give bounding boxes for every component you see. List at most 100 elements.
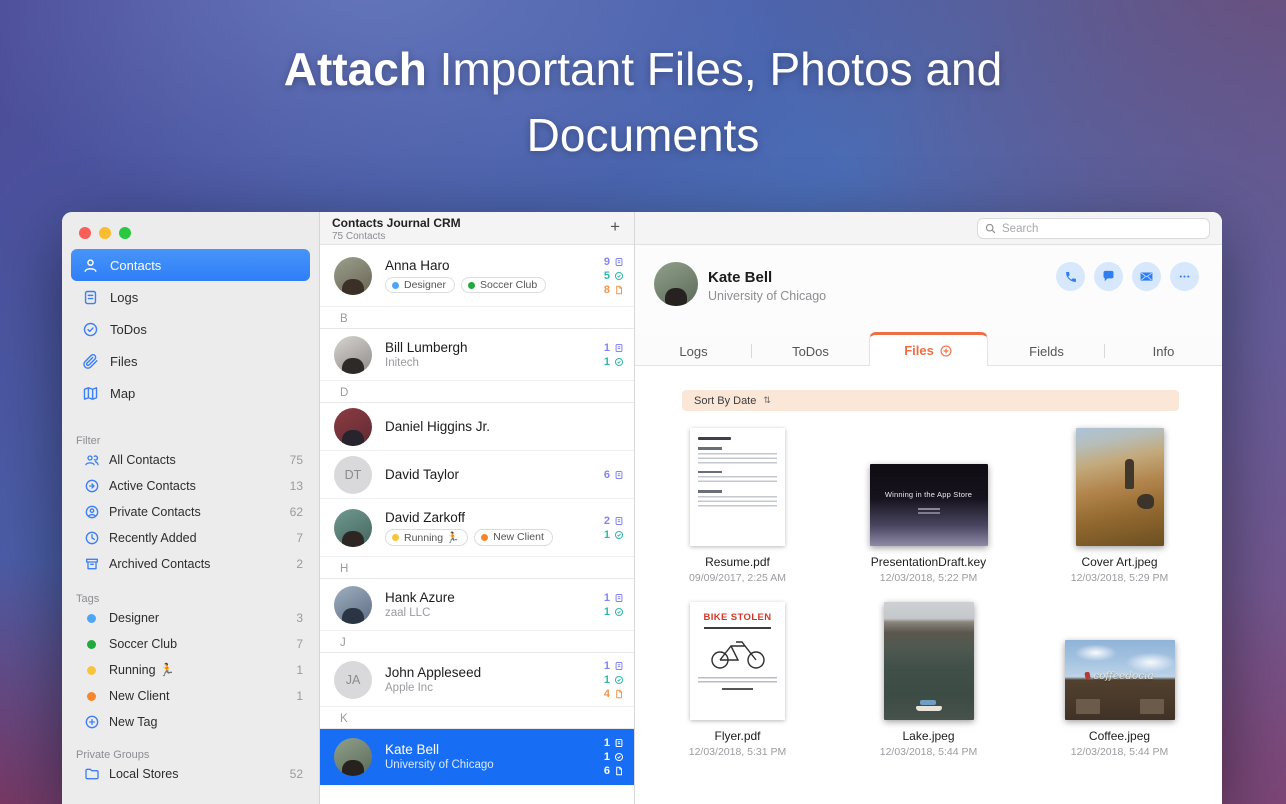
log-count-icon <box>614 343 624 353</box>
cover-art-thumbnail <box>1075 428 1164 546</box>
file-name: Lake.jpeg <box>902 729 955 743</box>
file-name: PresentationDraft.key <box>870 555 987 569</box>
todo-count-icon <box>614 271 624 281</box>
file-name: Resume.pdf <box>705 555 770 569</box>
avatar <box>334 407 372 446</box>
envelope-icon <box>1139 269 1154 284</box>
tag-new-client[interactable]: New Client 1 <box>62 683 319 709</box>
tab-todos[interactable]: ToDos <box>752 336 869 366</box>
tag-label: Designer <box>109 611 160 625</box>
file-count-icon <box>614 285 624 295</box>
file-date: 12/03/2018, 5:44 PM <box>1070 746 1169 758</box>
log-count-icon <box>614 516 624 526</box>
contact-row-anna-haro[interactable]: Anna Haro Designer Soccer Club 9 5 8 <box>320 245 634 307</box>
filter-label: Active Contacts <box>109 479 196 493</box>
zoom-window-button[interactable] <box>119 227 131 239</box>
filter-label: All Contacts <box>109 453 176 467</box>
contact-row-david-taylor[interactable]: DT David Taylor 6 <box>320 451 634 499</box>
file-card-flyer[interactable]: BIKE STOLEN Flyer.pdf 12/03/2018, 5:31 P… <box>655 598 820 758</box>
files-grid: Resume.pdf 09/09/2017, 2:25 AM Winning i… <box>655 424 1222 758</box>
tab-files-active[interactable]: Files <box>869 332 988 366</box>
contact-name: Anna Haro <box>385 258 450 273</box>
map-icon <box>82 385 99 402</box>
sort-by-date-control[interactable]: Sort By Date ⇅ <box>682 390 1179 411</box>
file-card-presentation[interactable]: Winning in the App Store PresentationDra… <box>846 424 1011 584</box>
sidebar-item-map[interactable]: Map <box>71 377 310 409</box>
message-button[interactable] <box>1094 262 1123 291</box>
tag-running[interactable]: Running 🏃 1 <box>62 657 319 683</box>
contact-counts: 1 1 4 <box>604 660 624 700</box>
file-card-resume[interactable]: Resume.pdf 09/09/2017, 2:25 AM <box>655 424 820 584</box>
filter-section-label: Filter <box>76 435 101 447</box>
section-letter-j: J <box>320 631 634 653</box>
contact-name: John Appleseed <box>385 665 482 680</box>
contact-row-hank-azure[interactable]: Hank Azure zaal LLC 1 1 <box>320 579 634 631</box>
email-button[interactable] <box>1132 262 1161 291</box>
avatar <box>334 737 372 776</box>
contact-row-david-zarkoff[interactable]: David Zarkoff Running 🏃 New Client 2 1 <box>320 499 634 557</box>
contact-row-daniel-higgins[interactable]: Daniel Higgins Jr. <box>320 403 634 451</box>
sort-label: Sort By Date <box>694 394 757 407</box>
group-label: Local Stores <box>109 767 179 781</box>
tab-fields[interactable]: Fields <box>988 336 1105 366</box>
resume-thumbnail <box>690 428 785 546</box>
group-local-stores[interactable]: Local Stores 52 <box>62 761 319 787</box>
headline-rest: Important Files, Photos and <box>426 43 1003 95</box>
contact-row-kate-bell-selected[interactable]: Kate Bell University of Chicago 1 1 6 <box>320 729 634 785</box>
paperclip-icon <box>82 353 99 370</box>
sidebar-nav: Contacts Logs ToDos Files Map <box>62 249 319 409</box>
sidebar-item-label: Logs <box>110 289 139 305</box>
contact-name: Kate Bell <box>385 742 440 757</box>
call-button[interactable] <box>1056 262 1085 291</box>
todo-count-icon <box>614 752 624 762</box>
tag-dot-icon <box>83 639 100 649</box>
slide-title: Winning in the App Store <box>884 490 973 499</box>
filter-label: Private Contacts <box>109 505 201 519</box>
file-card-coffee[interactable]: coffeedocia Coffee.jpeg 12/03/2018, 5:44… <box>1037 598 1202 758</box>
filter-count: 2 <box>296 557 303 571</box>
add-contact-button[interactable]: + <box>610 217 620 237</box>
add-file-icon[interactable] <box>939 344 953 358</box>
tag-pill-soccer-club: Soccer Club <box>461 277 547 293</box>
more-button[interactable] <box>1170 262 1199 291</box>
tag-pill-designer: Designer <box>385 277 456 293</box>
contact-row-john-appleseed[interactable]: JA John Appleseed Apple Inc 1 1 4 <box>320 653 634 707</box>
tags-section-label: Tags <box>76 593 100 605</box>
tab-logs[interactable]: Logs <box>635 336 752 366</box>
search-icon <box>984 222 997 235</box>
phone-icon <box>1064 270 1078 284</box>
file-card-lake[interactable]: Lake.jpeg 12/03/2018, 5:44 PM <box>846 598 1011 758</box>
todo-count-icon <box>614 357 624 367</box>
sidebar-item-todos[interactable]: ToDos <box>71 313 310 345</box>
filter-active-contacts[interactable]: Active Contacts 13 <box>62 473 319 499</box>
avatar <box>334 335 372 374</box>
sidebar-item-contacts[interactable]: Contacts <box>71 249 310 281</box>
file-card-cover-art[interactable]: Cover Art.jpeg 12/03/2018, 5:29 PM <box>1037 424 1202 584</box>
sidebar-item-logs[interactable]: Logs <box>71 281 310 313</box>
presentation-thumbnail: Winning in the App Store <box>869 464 988 546</box>
filter-archived-contacts[interactable]: Archived Contacts 2 <box>62 551 319 577</box>
filter-count: 62 <box>289 505 303 519</box>
tab-info[interactable]: Info <box>1105 336 1222 366</box>
search-input[interactable] <box>977 218 1210 239</box>
search-field[interactable] <box>977 218 1210 239</box>
tag-soccer-club[interactable]: Soccer Club 7 <box>62 631 319 657</box>
tag-dot-icon <box>83 691 100 701</box>
filter-all-contacts[interactable]: All Contacts 75 <box>62 447 319 473</box>
contact-company: Initech <box>385 357 419 369</box>
tag-designer[interactable]: Designer 3 <box>62 605 319 631</box>
contact-row-bill-lumbergh[interactable]: Bill Lumbergh Initech 1 1 <box>320 329 634 381</box>
filter-recently-added[interactable]: Recently Added 7 <box>62 525 319 551</box>
flyer-title: BIKE STOLEN <box>703 612 772 623</box>
clock-icon <box>83 530 100 546</box>
filter-private-contacts[interactable]: Private Contacts 62 <box>62 499 319 525</box>
close-window-button[interactable] <box>79 227 91 239</box>
contacts-icon <box>82 257 99 274</box>
section-letter-d: D <box>320 381 634 403</box>
contact-name: David Taylor <box>385 467 460 482</box>
minimize-window-button[interactable] <box>99 227 111 239</box>
sidebar-item-label: Contacts <box>110 257 162 273</box>
bicycle-icon <box>698 635 777 671</box>
new-tag-button[interactable]: New Tag <box>62 709 319 735</box>
sidebar-item-files[interactable]: Files <box>71 345 310 377</box>
